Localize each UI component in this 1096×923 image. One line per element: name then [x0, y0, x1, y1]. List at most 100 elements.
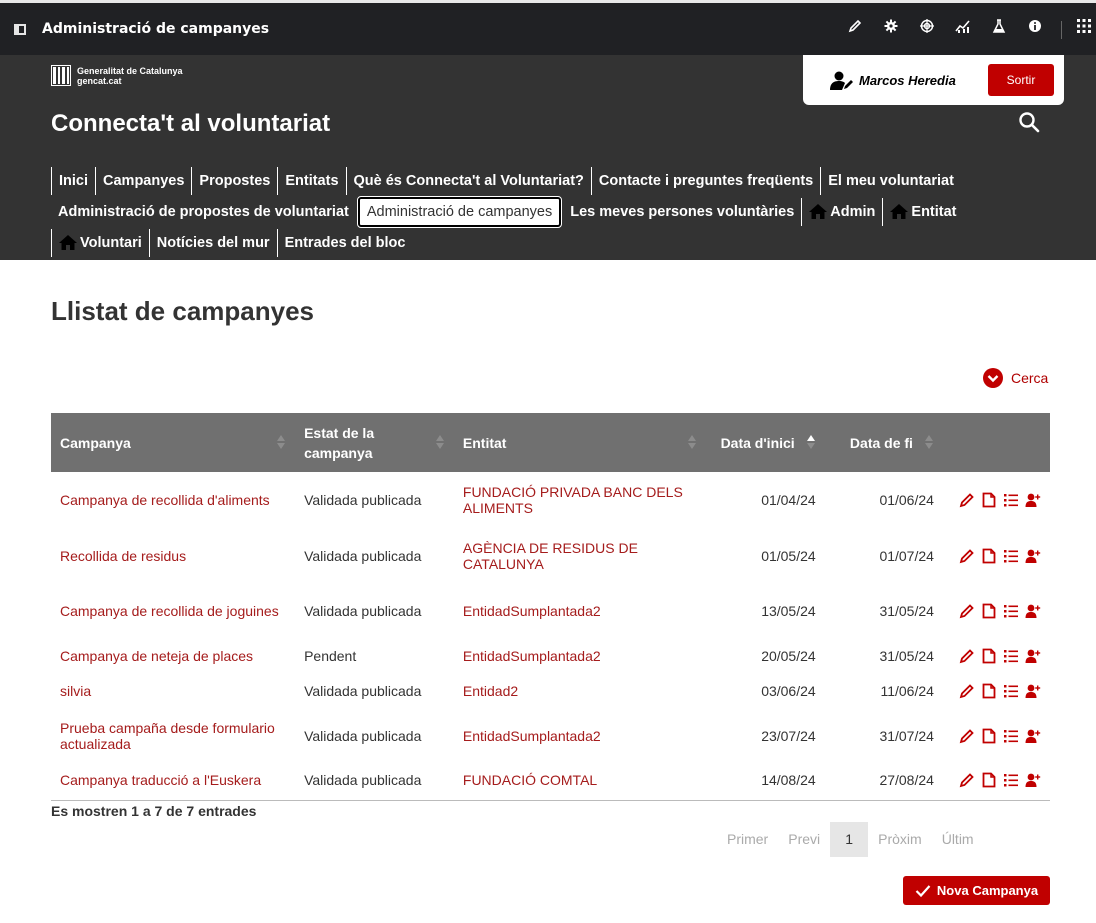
apps-grid-icon[interactable]: [1074, 19, 1094, 39]
add-user-icon[interactable]: [1025, 772, 1041, 788]
edit-icon[interactable]: [959, 772, 975, 788]
app-title: Administració de campanyes: [42, 21, 270, 37]
start-date: 14/08/24: [761, 772, 816, 788]
nav-campanyes[interactable]: Campanyes: [95, 166, 191, 195]
user-edit-icon: [830, 71, 853, 90]
list-icon[interactable]: [1003, 772, 1019, 788]
pencil-icon[interactable]: [845, 19, 865, 39]
search-icon[interactable]: [1018, 111, 1040, 133]
nav-entitat[interactable]: Entitat: [882, 197, 963, 226]
table-row: silvia Validada publicada Entidad2 03/06/24…: [51, 674, 1050, 708]
nav-entitat-label: Entitat: [911, 203, 957, 220]
table-row: Campanya de neteja de places Pendent Entid…: [51, 638, 1050, 674]
entity-link[interactable]: FUNDACIÓ PRIVADA BANC DELS ALIMENTS: [454, 472, 706, 528]
campaign-name-link[interactable]: Campanya de recollida d'aliments: [51, 472, 295, 528]
logout-button[interactable]: Sortir: [988, 64, 1054, 96]
column-header-entity[interactable]: Entitat: [453, 413, 707, 472]
campaign-status: Validada publicada: [304, 683, 422, 699]
chevron-down-icon: [983, 368, 1003, 388]
nav-voluntari[interactable]: Voluntari: [51, 228, 149, 257]
campaign-name-link[interactable]: Campanya traducció a l'Euskera: [51, 763, 295, 797]
table-row: Prueba campaña desde formulario actualiz…: [51, 708, 1050, 763]
generalitat-logo[interactable]: Generalitat de Catalunya gencat.cat: [51, 65, 183, 86]
site-title[interactable]: Connecta't al voluntariat: [51, 110, 330, 138]
entity-link[interactable]: EntidadSumplantada2: [454, 708, 706, 763]
list-icon[interactable]: [1003, 648, 1019, 664]
entity-link[interactable]: Entidad2: [454, 674, 706, 708]
nav-admin[interactable]: Admin: [801, 197, 882, 226]
table-row: Campanya traducció a l'Euskera Validada p…: [51, 763, 1050, 797]
list-icon[interactable]: [1003, 548, 1019, 564]
entity-link[interactable]: FUNDACIÓ COMTAL: [454, 763, 706, 797]
campaign-name-link[interactable]: Campanya de recollida de joguines: [51, 584, 295, 638]
sort-icon: [277, 435, 286, 449]
edit-icon[interactable]: [959, 683, 975, 699]
pager-prev[interactable]: Previ: [778, 822, 830, 857]
nav-entitats[interactable]: Entitats: [277, 166, 345, 195]
document-icon[interactable]: [981, 683, 997, 699]
user-box: Marcos Heredia Sortir: [803, 55, 1064, 105]
nav-propostes[interactable]: Propostes: [191, 166, 277, 195]
campaign-name-link[interactable]: silvia: [51, 674, 295, 708]
add-user-icon[interactable]: [1025, 603, 1041, 619]
nav-admin-propostes[interactable]: Administració de propostes de voluntaria…: [51, 198, 356, 226]
edit-icon[interactable]: [959, 648, 975, 664]
new-campaign-button[interactable]: Nova Campanya: [903, 876, 1050, 905]
column-header-start-date[interactable]: Data d'inici: [706, 413, 825, 472]
search-toggle[interactable]: Cerca: [983, 368, 1048, 388]
nav-entrades-bloc[interactable]: Entrades del bloc: [276, 228, 413, 257]
nav-inici[interactable]: Inici: [51, 166, 95, 195]
campaign-name-link[interactable]: Prueba campaña desde formulario actualiz…: [51, 708, 295, 763]
flask-icon[interactable]: [989, 19, 1009, 39]
edit-icon[interactable]: [959, 603, 975, 619]
sidebar-toggle-icon[interactable]: [14, 24, 26, 35]
edit-icon[interactable]: [959, 548, 975, 564]
column-header-end-date[interactable]: Data de fi: [824, 413, 943, 472]
gear-icon[interactable]: [881, 19, 901, 39]
nav-noticies[interactable]: Notícies del mur: [148, 228, 277, 257]
edit-icon[interactable]: [959, 728, 975, 744]
add-user-icon[interactable]: [1025, 683, 1041, 699]
nav-les-meves-persones[interactable]: Les meves persones voluntàries: [563, 198, 801, 226]
column-header-status[interactable]: Estat de la campanya: [295, 413, 454, 472]
home-icon: [890, 204, 909, 219]
list-icon[interactable]: [1003, 603, 1019, 619]
end-date: 31/05/24: [879, 603, 934, 619]
end-date: 31/05/24: [879, 648, 934, 664]
row-actions: [943, 763, 1050, 797]
campaign-name-link[interactable]: Campanya de neteja de places: [51, 638, 295, 674]
list-icon[interactable]: [1003, 492, 1019, 508]
entity-link[interactable]: EntidadSumplantada2: [454, 638, 706, 674]
add-user-icon[interactable]: [1025, 492, 1041, 508]
pager-next[interactable]: Pròxim: [868, 822, 932, 857]
target-icon[interactable]: [917, 19, 937, 39]
pager-last[interactable]: Últim: [932, 822, 984, 857]
entity-link[interactable]: EntidadSumplantada2: [454, 584, 706, 638]
document-icon[interactable]: [981, 728, 997, 744]
pager-first[interactable]: Primer: [717, 822, 778, 857]
document-icon[interactable]: [981, 492, 997, 508]
campaign-name-link[interactable]: Recollida de residus: [51, 528, 295, 584]
chart-icon[interactable]: [953, 19, 973, 39]
search-toggle-label: Cerca: [1011, 370, 1049, 386]
document-icon[interactable]: [981, 548, 997, 564]
document-icon[interactable]: [981, 772, 997, 788]
app-bar: Administració de campanyes: [0, 0, 1096, 55]
nav-que-es[interactable]: Què és Connecta't al Voluntariat?: [345, 166, 591, 195]
add-user-icon[interactable]: [1025, 728, 1041, 744]
column-header-actions: [942, 413, 1050, 472]
document-icon[interactable]: [981, 603, 997, 619]
entity-link[interactable]: AGÈNCIA DE RESIDUS DE CATALUNYA: [454, 528, 706, 584]
info-icon[interactable]: [1025, 19, 1045, 39]
column-header-campaign[interactable]: Campanya: [51, 413, 296, 472]
edit-icon[interactable]: [959, 492, 975, 508]
document-icon[interactable]: [981, 648, 997, 664]
add-user-icon[interactable]: [1025, 648, 1041, 664]
pager-current-page[interactable]: 1: [830, 822, 869, 857]
add-user-icon[interactable]: [1025, 548, 1041, 564]
nav-el-meu-voluntariat[interactable]: El meu voluntariat: [820, 166, 961, 195]
list-icon[interactable]: [1003, 728, 1019, 744]
nav-contacte[interactable]: Contacte i preguntes freqüents: [590, 166, 820, 195]
list-icon[interactable]: [1003, 683, 1019, 699]
nav-admin-campanyes[interactable]: Administració de campanyes: [356, 195, 563, 228]
